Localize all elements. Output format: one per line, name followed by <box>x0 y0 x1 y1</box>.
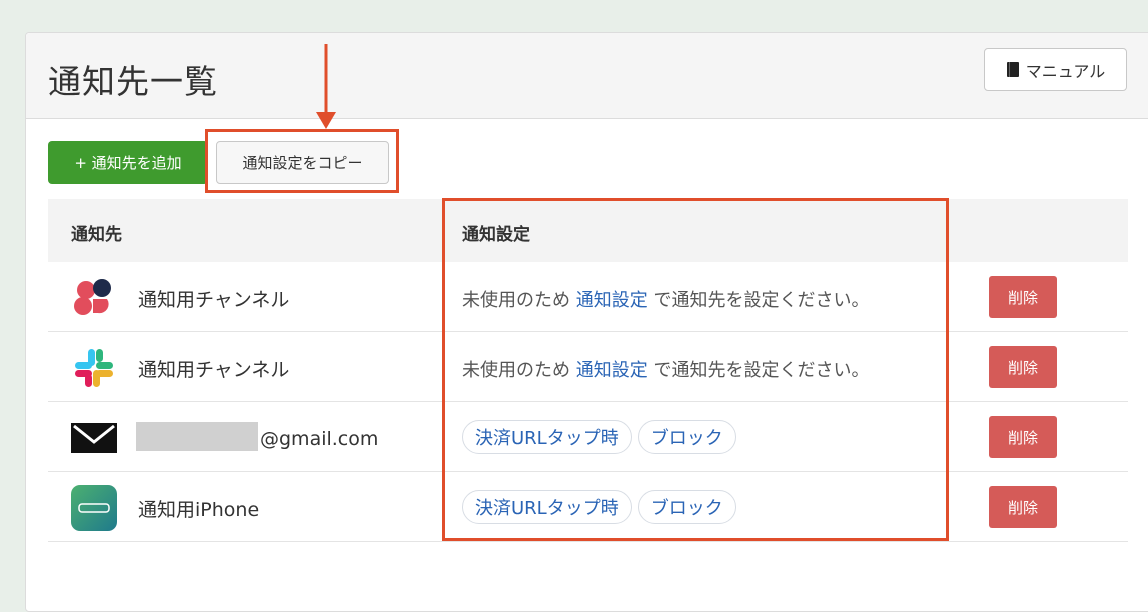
page-title: 通知先一覧 <box>48 62 218 101</box>
slack-icon <box>75 349 113 387</box>
book-icon <box>1006 62 1019 77</box>
manual-button[interactable]: マニュアル <box>984 48 1127 91</box>
column-header-destination: 通知先 <box>71 225 122 245</box>
destination-name: 通知用チャンネル <box>138 359 290 381</box>
delete-button[interactable]: 削除 <box>989 346 1057 388</box>
manual-label: マニュアル <box>1025 61 1106 81</box>
redacted-block <box>136 422 258 451</box>
destination-name: 通知用iPhone <box>138 499 260 521</box>
app-icon <box>74 279 111 315</box>
delete-button[interactable]: 削除 <box>989 276 1057 318</box>
add-destination-button[interactable]: + 通知先を追加 <box>48 141 208 184</box>
destination-name: 通知用チャンネル <box>138 289 290 311</box>
delete-button[interactable]: 削除 <box>989 486 1057 528</box>
destination-email: @gmail.com <box>136 422 379 454</box>
annotation-box-copy <box>205 129 399 193</box>
email-domain: @gmail.com <box>260 428 379 450</box>
delete-button[interactable]: 削除 <box>989 416 1057 458</box>
mail-icon <box>71 423 117 453</box>
phone-app-icon <box>71 485 117 531</box>
card-header: 通知先一覧 マニュアル <box>26 33 1148 119</box>
annotation-box-settings <box>442 198 949 541</box>
